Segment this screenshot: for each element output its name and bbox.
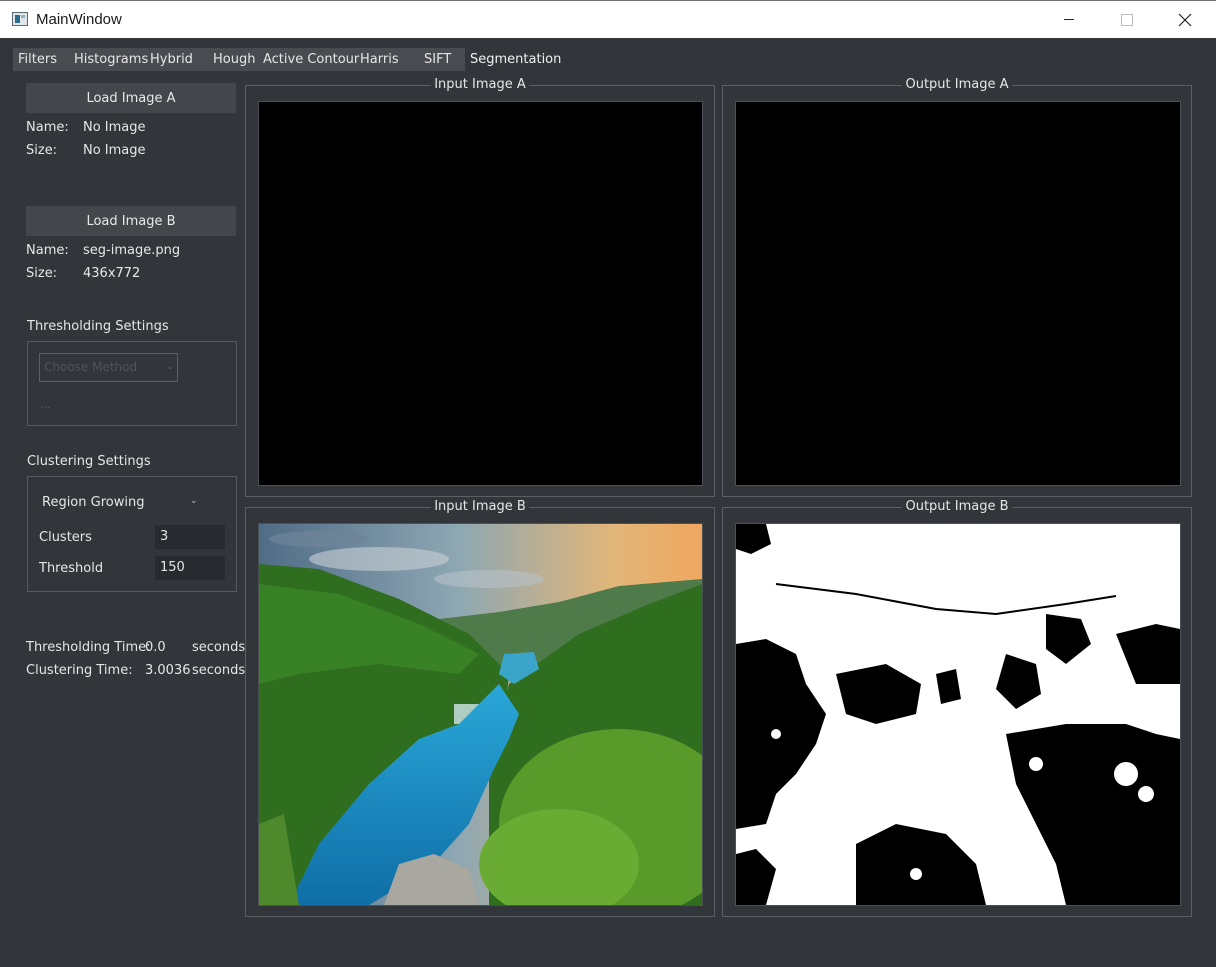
tab-hough[interactable]: Hough xyxy=(203,48,258,71)
image-a-name-label: Name: xyxy=(26,120,69,135)
output-image-a-title: Output Image A xyxy=(902,77,1012,92)
clusters-input[interactable]: 3 xyxy=(155,525,225,549)
minimize-icon xyxy=(1064,19,1074,20)
output-image-b-title: Output Image B xyxy=(902,499,1012,514)
window-title: MainWindow xyxy=(36,11,122,28)
close-icon xyxy=(1178,13,1192,26)
chevron-down-icon: ⌄ xyxy=(166,362,174,372)
input-image-a-group: Input Image A xyxy=(245,77,715,497)
thresholding-time-unit: seconds xyxy=(192,640,246,655)
output-image-a-group: Output Image A xyxy=(722,77,1192,497)
image-b-name-value: seg-image.png xyxy=(83,243,181,258)
threshold-input[interactable]: 150 xyxy=(155,556,225,580)
input-image-b-group: Input Image B xyxy=(245,499,715,917)
output-image-b-group: Output Image B xyxy=(722,499,1192,917)
clustering-settings-title: Clustering Settings xyxy=(27,454,151,469)
input-image-a-title: Input Image A xyxy=(431,77,529,92)
tab-hybrid[interactable]: Hybrid xyxy=(145,48,203,71)
load-image-a-button[interactable]: Load Image A xyxy=(26,83,236,113)
chevron-down-icon: ⌄ xyxy=(190,496,198,506)
clustering-time-unit: seconds xyxy=(192,663,246,678)
threshold-method-placeholder: Choose Method xyxy=(44,360,138,374)
tab-bar: Filters Histograms Hybrid Hough Active C… xyxy=(13,48,561,71)
image-b-size-value: 436x772 xyxy=(83,266,141,281)
thresholding-time-value: 0.0 xyxy=(145,640,166,655)
input-image-b-view xyxy=(258,523,703,906)
thresholding-settings-title: Thresholding Settings xyxy=(27,319,169,334)
tab-harris[interactable]: Harris xyxy=(353,48,412,71)
app-icon xyxy=(12,12,28,26)
output-image-a-view xyxy=(735,101,1181,486)
image-a-name-value: No Image xyxy=(83,120,146,135)
tab-segmentation[interactable]: Segmentation xyxy=(465,48,561,71)
input-image-b-title: Input Image B xyxy=(431,499,529,514)
load-image-b-button[interactable]: Load Image B xyxy=(26,206,236,236)
thresholding-time-label: Thresholding Time: xyxy=(26,640,151,655)
threshold-label: Threshold xyxy=(39,561,104,576)
maximize-button[interactable] xyxy=(1098,1,1156,38)
input-image-a-view xyxy=(258,101,703,486)
clustering-time-label: Clustering Time: xyxy=(26,663,133,678)
tab-active-contour[interactable]: Active Contour xyxy=(258,48,359,71)
image-b-name-label: Name: xyxy=(26,243,69,258)
landscape-photo xyxy=(259,524,702,905)
image-a-size-value: No Image xyxy=(83,143,146,158)
image-a-size-label: Size: xyxy=(26,143,58,158)
clustering-method-select[interactable]: Region Growing xyxy=(42,495,202,513)
clustering-time-value: 3.0036 xyxy=(145,663,191,678)
threshold-method-select[interactable]: Choose Method ⌄ xyxy=(39,353,178,382)
close-button[interactable] xyxy=(1156,1,1214,38)
tab-histograms[interactable]: Histograms xyxy=(69,48,148,71)
output-image-b-view xyxy=(735,523,1181,906)
tab-filters[interactable]: Filters xyxy=(13,48,69,71)
maximize-icon xyxy=(1121,13,1133,26)
title-bar: MainWindow xyxy=(0,0,1216,38)
clusters-label: Clusters xyxy=(39,530,92,545)
minimize-button[interactable] xyxy=(1040,1,1098,38)
tab-sift[interactable]: SIFT xyxy=(412,48,465,71)
image-b-size-label: Size: xyxy=(26,266,58,281)
threshold-options-placeholder: ... xyxy=(40,398,51,411)
segmentation-result xyxy=(736,524,1180,905)
